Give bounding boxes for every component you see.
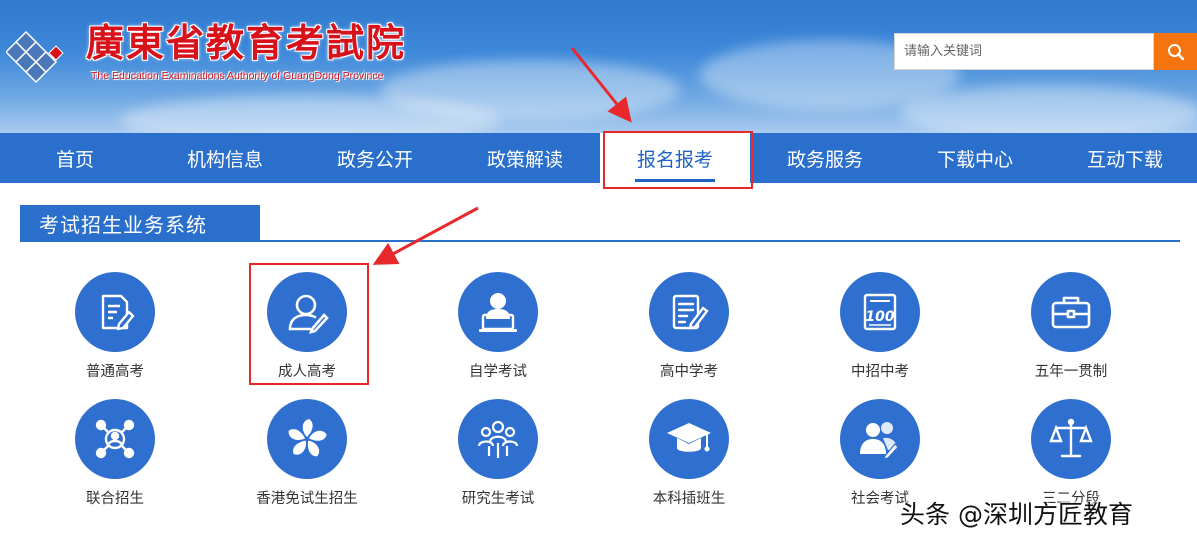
annotation-arrow-nav [570, 47, 632, 123]
annotation-arrow-tile [372, 206, 479, 265]
annotation-arrows [372, 47, 632, 265]
watermark-text: 头条 @深圳方匠教育 [900, 500, 1133, 529]
